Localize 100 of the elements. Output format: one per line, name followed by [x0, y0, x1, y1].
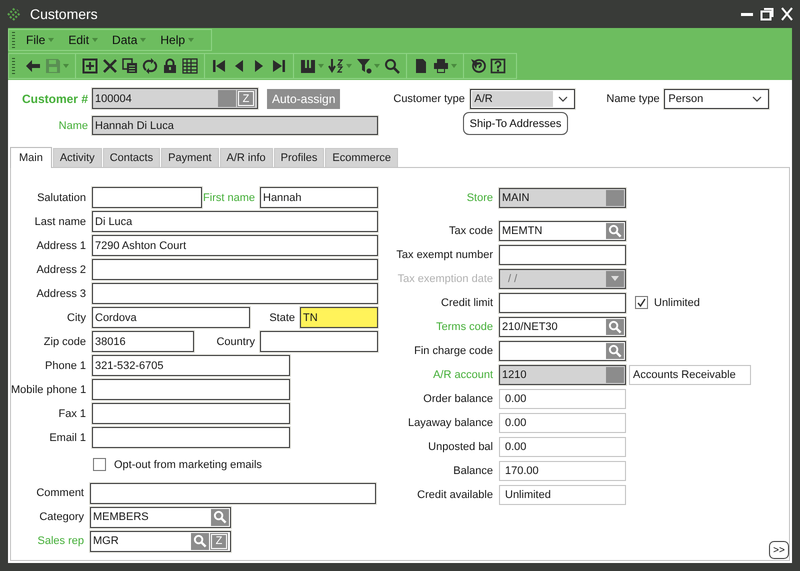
dropdown-field[interactable]: A/R [470, 88, 576, 108]
lookup-field[interactable] [499, 340, 626, 360]
lookup-field[interactable]: 210/NET30 [499, 316, 626, 336]
text-field[interactable]: 38016 [92, 331, 194, 352]
back-arrow-icon[interactable] [25, 58, 41, 74]
tab[interactable]: Activity [52, 148, 102, 167]
grid-icon[interactable] [182, 58, 198, 74]
read-only-field: Accounts Receivable [629, 364, 751, 384]
menu-item[interactable]: Edit [61, 30, 106, 50]
chevron-icon[interactable] [558, 96, 568, 102]
lock-icon[interactable] [162, 58, 178, 74]
tab[interactable]: Payment [161, 148, 219, 167]
field-label: Tax exempt number [395, 248, 493, 260]
field-label: Address 3 [35, 288, 86, 300]
read-only-field: Unlimited [499, 484, 626, 504]
add-icon[interactable] [82, 58, 98, 74]
field-label: Mobile phone 1 [11, 384, 86, 396]
read-only-field: 0.00 [499, 388, 626, 408]
text-field[interactable] [499, 292, 626, 312]
grip-handle[interactable] [12, 32, 15, 48]
locked-field[interactable]: 100004 Z [92, 88, 258, 109]
grip-handle[interactable] [12, 58, 15, 74]
lookup-field[interactable]: MEMTN [499, 220, 626, 240]
field-label: Credit limit [440, 296, 493, 308]
field-label: Customer # [20, 92, 88, 106]
tab[interactable]: Ecommerce [325, 148, 398, 167]
chevron-icon[interactable] [752, 96, 762, 102]
locked-field[interactable]: MAIN [499, 188, 626, 208]
field-label: Unposted bal [427, 440, 493, 452]
field-label: Order balance [422, 392, 493, 404]
field-label: Fax 1 [57, 408, 86, 420]
text-field[interactable]: TN [300, 307, 378, 328]
field-label: Store [466, 192, 493, 204]
copy-icon[interactable] [122, 58, 138, 74]
read-only-field: 170.00 [499, 460, 626, 480]
text-field[interactable]: 7290 Ashton Court [92, 235, 378, 256]
text-field[interactable]: Hannah Di Luca [92, 116, 378, 135]
text-field[interactable] [92, 259, 378, 280]
close-icon[interactable] [780, 7, 794, 21]
field-label: First name [202, 192, 256, 204]
field-label: Customer type [393, 92, 464, 104]
text-field[interactable] [92, 283, 378, 304]
field-label: Email 1 [48, 432, 86, 444]
caret-icon [48, 38, 54, 42]
text-field[interactable] [92, 403, 290, 424]
text-field[interactable]: Di Luca [92, 211, 378, 232]
first-record-icon[interactable] [211, 58, 227, 74]
text-field[interactable] [92, 187, 202, 208]
checkbox[interactable] [635, 296, 648, 309]
field-label: Address 1 [35, 240, 86, 252]
restore-icon[interactable] [760, 7, 774, 21]
help-cursor-icon[interactable] [470, 58, 486, 74]
more-button[interactable]: >> [769, 541, 789, 559]
lookup-field[interactable]: MGR Z [90, 530, 231, 552]
text-field[interactable] [499, 244, 626, 264]
text-field[interactable]: 321-532-6705 [92, 355, 290, 376]
text-field[interactable]: Cordova [92, 307, 250, 328]
field-label: Terms code [435, 320, 493, 332]
text-field[interactable] [90, 482, 376, 504]
field-label: Name type [606, 92, 658, 104]
text-field[interactable] [92, 427, 290, 448]
menu-item[interactable]: Help [153, 30, 202, 50]
print-icon[interactable] [433, 58, 449, 74]
dropdown-field[interactable]: Person [664, 88, 770, 108]
menu-item[interactable]: Data [105, 30, 154, 50]
locked-button [606, 366, 624, 382]
last-record-icon[interactable] [271, 58, 287, 74]
field-label: Credit available [416, 488, 493, 500]
checkbox-label: Unlimited [654, 296, 700, 308]
checkbox[interactable] [93, 458, 106, 471]
search-icon[interactable] [384, 58, 400, 74]
field-label: Country [215, 336, 256, 348]
field-label: Category [38, 511, 84, 523]
text-field[interactable]: Hannah [260, 187, 378, 208]
tab[interactable]: Contacts [102, 148, 160, 167]
locked-button [218, 90, 236, 107]
text-field[interactable] [260, 331, 378, 352]
tab[interactable]: A/R info [220, 148, 273, 167]
lookup-field[interactable]: MEMBERS [90, 506, 231, 528]
layout-icon[interactable] [300, 58, 316, 74]
tab[interactable]: Profiles [274, 148, 324, 167]
delete-icon[interactable] [102, 58, 118, 74]
refresh-icon[interactable] [142, 58, 158, 74]
ship-to-addresses-button[interactable]: Ship-To Addresses [463, 112, 568, 135]
read-only-field: 0.00 [499, 412, 626, 432]
tab[interactable]: Main [10, 147, 52, 168]
locked-button [606, 190, 624, 206]
field-label: Tax exemption date [396, 272, 493, 284]
text-field[interactable] [92, 379, 290, 400]
locked-field[interactable]: 1210 [499, 364, 626, 384]
menu-item[interactable]: File [19, 30, 62, 50]
document-icon[interactable] [413, 58, 429, 74]
field-label: Fin charge code [413, 344, 493, 356]
sort-icon[interactable] [328, 58, 344, 74]
filter-icon[interactable] [356, 58, 372, 74]
field-label: Comment [35, 487, 84, 499]
caret-icon [140, 38, 146, 42]
field-label: Salutation [36, 192, 86, 204]
help-icon[interactable] [490, 58, 506, 74]
field-label: Name [58, 120, 88, 132]
